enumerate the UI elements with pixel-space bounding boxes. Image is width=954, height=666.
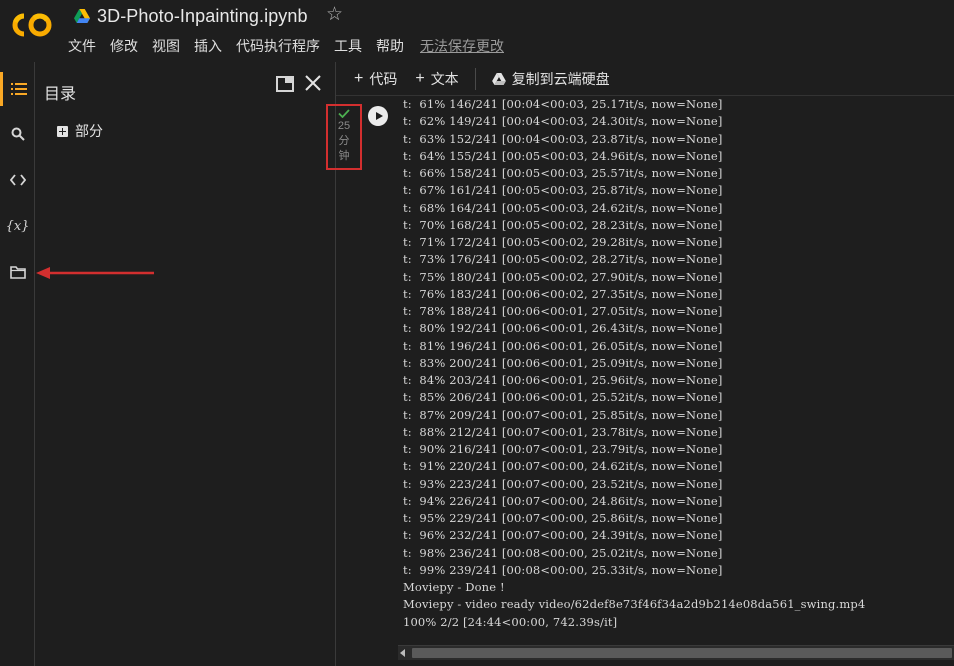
execution-time-value: 25 <box>337 120 351 132</box>
output-line: t: 99% 239/241 [00:08<00:00, 25.33it/s, … <box>403 562 723 577</box>
cell-output: t: 61% 146/241 [00:04<00:03, 25.17it/s, … <box>358 96 954 658</box>
menu-view[interactable]: 视图 <box>152 36 180 56</box>
bottom-strip <box>358 660 954 666</box>
code-snippets-icon <box>9 174 26 186</box>
annotation-arrow <box>36 267 154 279</box>
variables-button[interactable]: {x} <box>0 209 35 243</box>
horizontal-scrollbar[interactable] <box>398 645 954 660</box>
output-line: Moviepy - video ready video/62def8e73f46… <box>403 597 866 612</box>
output-line: t: 67% 161/241 [00:05<00:03, 25.87it/s, … <box>403 183 723 198</box>
output-line: t: 70% 168/241 [00:05<00:02, 28.23it/s, … <box>403 217 723 232</box>
check-icon <box>338 109 350 118</box>
menu-insert[interactable]: 插入 <box>194 36 222 56</box>
add-text-button[interactable]: + 文本 <box>415 69 458 89</box>
left-rail: {x} <box>0 62 35 666</box>
menu-bar: 文件 修改 视图 插入 代码执行程序 工具 帮助 无法保存更改 <box>68 36 518 56</box>
toc-title: 目录 <box>44 86 77 103</box>
dock-panel-icon[interactable] <box>276 76 294 92</box>
execution-time-unit-1: 分 <box>338 135 350 147</box>
output-line: Moviepy - Done ! <box>403 580 505 594</box>
plus-icon: + <box>354 69 364 87</box>
output-line: t: 73% 176/241 [00:05<00:02, 28.27it/s, … <box>403 252 723 267</box>
code-snippets-button[interactable] <box>0 163 35 197</box>
output-line: t: 84% 203/241 [00:06<00:01, 25.96it/s, … <box>403 373 723 387</box>
search-button[interactable] <box>0 117 35 151</box>
variables-icon: {x} <box>5 218 30 234</box>
star-icon[interactable]: ☆ <box>326 5 343 25</box>
output-line: t: 88% 212/241 [00:07<00:01, 23.78it/s, … <box>403 424 723 439</box>
colab-logo[interactable] <box>10 9 54 41</box>
toc-icon <box>11 83 27 95</box>
menu-file[interactable]: 文件 <box>68 36 96 56</box>
folder-icon <box>9 265 26 279</box>
scroll-left-icon[interactable] <box>400 649 405 657</box>
add-code-button[interactable]: + 代码 <box>354 69 397 89</box>
run-cell-button[interactable] <box>368 106 388 126</box>
unsaved-changes-link[interactable]: 无法保存更改 <box>420 36 504 56</box>
output-line: t: 91% 220/241 [00:07<00:00, 24.62it/s, … <box>403 459 723 474</box>
output-line: t: 62% 149/241 [00:04<00:03, 24.30it/s, … <box>403 114 723 129</box>
notebook-toolbar: + 代码 + 文本 复制到云端硬盘 <box>336 62 954 96</box>
output-line: t: 75% 180/241 [00:05<00:02, 27.90it/s, … <box>403 269 723 284</box>
output-line: t: 96% 232/241 [00:07<00:00, 24.39it/s, … <box>403 528 723 543</box>
execution-time-unit-2: 钟 <box>338 150 350 162</box>
notebook-title-text[interactable]: 3D-Photo-Inpainting.ipynb <box>97 6 308 27</box>
search-icon <box>11 127 25 141</box>
menu-runtime[interactable]: 代码执行程序 <box>236 36 320 56</box>
output-line: t: 78% 188/241 [00:06<00:01, 27.05it/s, … <box>403 304 723 318</box>
menu-edit[interactable]: 修改 <box>110 36 138 56</box>
add-code-label: 代码 <box>369 70 398 87</box>
output-line: t: 80% 192/241 [00:06<00:01, 26.43it/s, … <box>403 321 723 336</box>
output-line: 100% 2/2 [24:44<00:00, 742.39s/it] <box>403 614 618 629</box>
output-line: t: 68% 164/241 [00:05<00:03, 24.62it/s, … <box>403 200 723 215</box>
output-line: t: 76% 183/241 [00:06<00:02, 27.35it/s, … <box>403 286 723 301</box>
output-line: t: 66% 158/241 [00:05<00:03, 25.57it/s, … <box>403 166 723 180</box>
output-line: t: 85% 206/241 [00:06<00:01, 25.52it/s, … <box>403 390 723 405</box>
menu-help[interactable]: 帮助 <box>376 36 404 56</box>
google-drive-icon <box>74 9 90 23</box>
menu-tools[interactable]: 工具 <box>334 36 362 56</box>
output-line: t: 95% 229/241 [00:07<00:00, 25.86it/s, … <box>403 511 723 525</box>
add-section-icon <box>57 125 68 137</box>
output-line: t: 63% 152/241 [00:04<00:03, 23.87it/s, … <box>403 131 723 146</box>
drive-icon <box>491 72 506 85</box>
close-icon[interactable] <box>304 74 322 92</box>
toolbar-divider <box>474 67 476 90</box>
plus-icon: + <box>415 69 425 87</box>
toc-button[interactable] <box>0 72 35 106</box>
scrollbar-thumb[interactable] <box>412 648 952 658</box>
output-line: t: 94% 226/241 [00:07<00:00, 24.86it/s, … <box>403 493 723 508</box>
output-line: t: 71% 172/241 [00:05<00:02, 29.28it/s, … <box>403 235 723 249</box>
add-text-label: 文本 <box>430 70 459 87</box>
output-line: t: 98% 236/241 [00:08<00:00, 25.02it/s, … <box>403 545 723 560</box>
output-line: t: 81% 196/241 [00:06<00:01, 26.05it/s, … <box>403 338 723 353</box>
output-line: t: 87% 209/241 [00:07<00:01, 25.85it/s, … <box>403 407 723 422</box>
execution-status: 25 分 钟 <box>326 104 362 170</box>
toc-panel: 目录 部分 <box>35 62 336 666</box>
app-header: 3D-Photo-Inpainting.ipynb ☆ 文件 修改 视图 插入 … <box>0 0 954 62</box>
output-line: t: 61% 146/241 [00:04<00:03, 25.17it/s, … <box>403 97 723 111</box>
copy-to-drive-label: 复制到云端硬盘 <box>511 70 610 87</box>
toc-section-label: 部分 <box>75 123 103 139</box>
files-button[interactable] <box>0 255 35 289</box>
output-line: t: 64% 155/241 [00:05<00:03, 24.96it/s, … <box>403 148 723 163</box>
output-line: t: 83% 200/241 [00:06<00:01, 25.09it/s, … <box>403 355 723 370</box>
output-line: t: 90% 216/241 [00:07<00:01, 23.79it/s, … <box>403 442 723 456</box>
toc-add-section[interactable]: 部分 <box>57 121 103 141</box>
output-line: t: 93% 223/241 [00:07<00:00, 23.52it/s, … <box>403 476 723 491</box>
copy-to-drive-button[interactable]: 复制到云端硬盘 <box>491 69 610 89</box>
cell-gutter <box>336 96 358 666</box>
notebook-title[interactable]: 3D-Photo-Inpainting.ipynb <box>74 5 308 27</box>
